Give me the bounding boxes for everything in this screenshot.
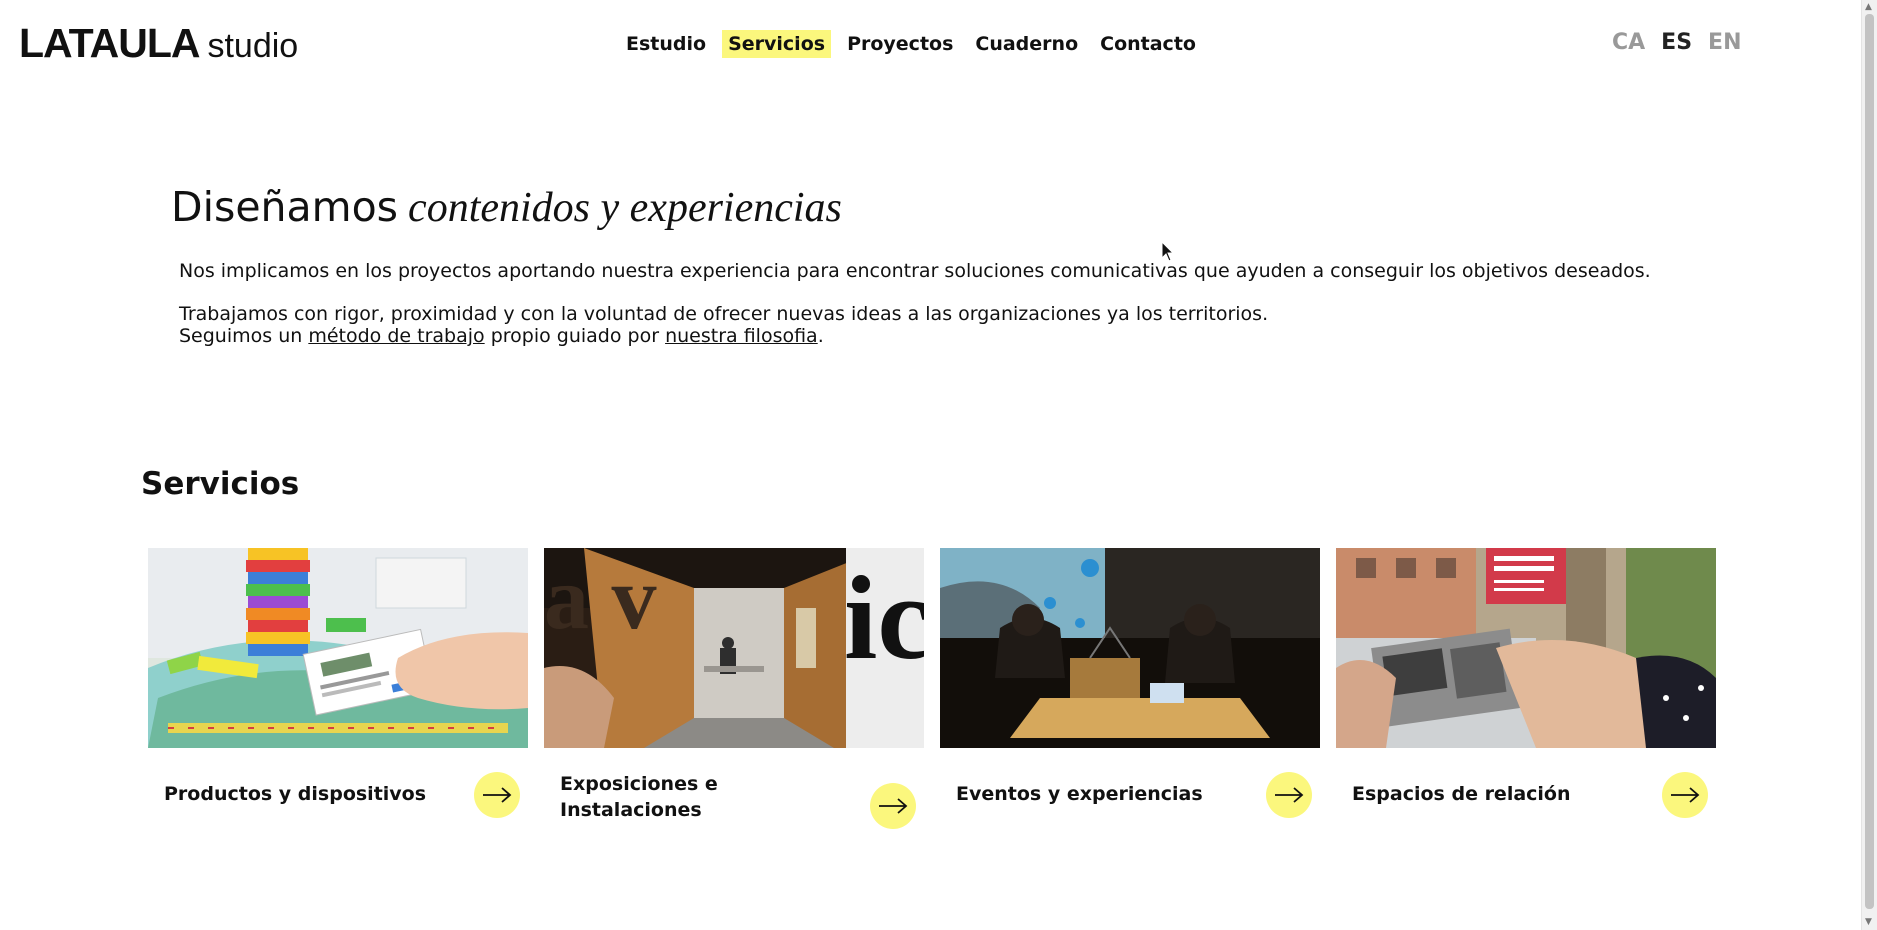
productos-arrow-button[interactable] [474,772,520,818]
scroll-up-icon[interactable]: ▲ [1865,2,1872,12]
nav-item-proyectos[interactable]: Proyectos [841,30,959,58]
card-footer: Espacios de relación [1336,748,1716,838]
page-headline: Diseñamos contenidos y experiencias [171,183,842,232]
nav-item-servicios[interactable]: Servicios [722,30,832,58]
lang-es[interactable]: ES [1661,30,1692,55]
card-title: Espacios de relación [1352,781,1571,807]
card-title: Eventos y experiencias [956,781,1203,807]
card-title-line2: Instalaciones [560,799,702,821]
headline-plain: Diseñamos [171,183,399,231]
scroll-down-icon[interactable]: ▼ [1865,917,1872,927]
card-image-exhibition: ic a v [544,548,924,748]
card-title-line1: Productos y dispositivos [164,783,427,805]
arrow-right-icon [483,787,512,803]
logo-wordmark: LATAULA [19,20,200,66]
card-footer: Productos y dispositivos [148,748,528,838]
intro-paragraph-1: Nos implicamos en los proyectos aportand… [179,260,1651,282]
nav-item-estudio[interactable]: Estudio [620,30,712,58]
method-link[interactable]: método de trabajo [308,325,484,347]
card-title-line1: Exposiciones e [560,773,718,795]
scroll-thumb[interactable] [1865,14,1874,909]
main-nav: Estudio Servicios Proyectos Cuaderno Con… [620,30,1202,58]
arrow-right-icon [1275,787,1304,803]
nav-item-contacto[interactable]: Contacto [1094,30,1202,58]
card-title-line1: Espacios de relación [1352,783,1571,805]
svg-text:a v: a v [544,549,657,648]
card-image-postcards [1336,548,1716,748]
site-logo[interactable]: LATAULA studio [19,20,298,67]
svg-text:ic: ic [844,551,924,684]
logo-subtitle: studio [207,27,299,65]
page-scrollbar[interactable]: ▲ ▼ [1861,0,1877,930]
espacios-arrow-button[interactable] [1662,772,1708,818]
language-switcher: CA ES EN [1612,30,1742,55]
card-title: Productos y dispositivos [164,781,426,807]
intro-paragraph-3: Seguimos un método de trabajo propio gui… [179,325,824,347]
service-card-eventos[interactable]: Eventos y experiencias [940,548,1320,838]
service-card-productos[interactable]: Productos y dispositivos [148,548,528,838]
card-image-board-game [148,548,528,748]
eventos-arrow-button[interactable] [1266,772,1312,818]
p3-text-middle: propio guiado por [490,325,660,347]
card-title-line1: Eventos y experiencias [956,783,1203,805]
service-card-exposiciones[interactable]: ic a v Exposiciones e Instalaciones [544,548,924,838]
p3-text-after: . [817,325,824,347]
card-image-event [940,548,1320,748]
exposiciones-arrow-button[interactable] [870,783,916,829]
intro-paragraph-2: Trabajamos con rigor, proximidad y con l… [179,303,1269,325]
card-footer: Eventos y experiencias [940,748,1320,838]
arrow-right-icon [1671,787,1700,803]
card-title: Exposiciones e Instalaciones [560,771,718,823]
services-title: Servicios [141,466,300,502]
lang-ca[interactable]: CA [1612,30,1645,55]
lang-en[interactable]: EN [1708,30,1741,55]
p3-text-before: Seguimos un [179,325,303,347]
service-card-espacios[interactable]: Espacios de relación [1336,548,1716,838]
mouse-cursor-icon [1161,241,1175,262]
philosophy-link[interactable]: nuestra filosofia [665,325,818,347]
card-footer: Exposiciones e Instalaciones [544,748,924,838]
nav-item-cuaderno[interactable]: Cuaderno [969,30,1084,58]
arrow-right-icon [879,798,908,814]
headline-italic: contenidos y experiencias [408,185,842,231]
